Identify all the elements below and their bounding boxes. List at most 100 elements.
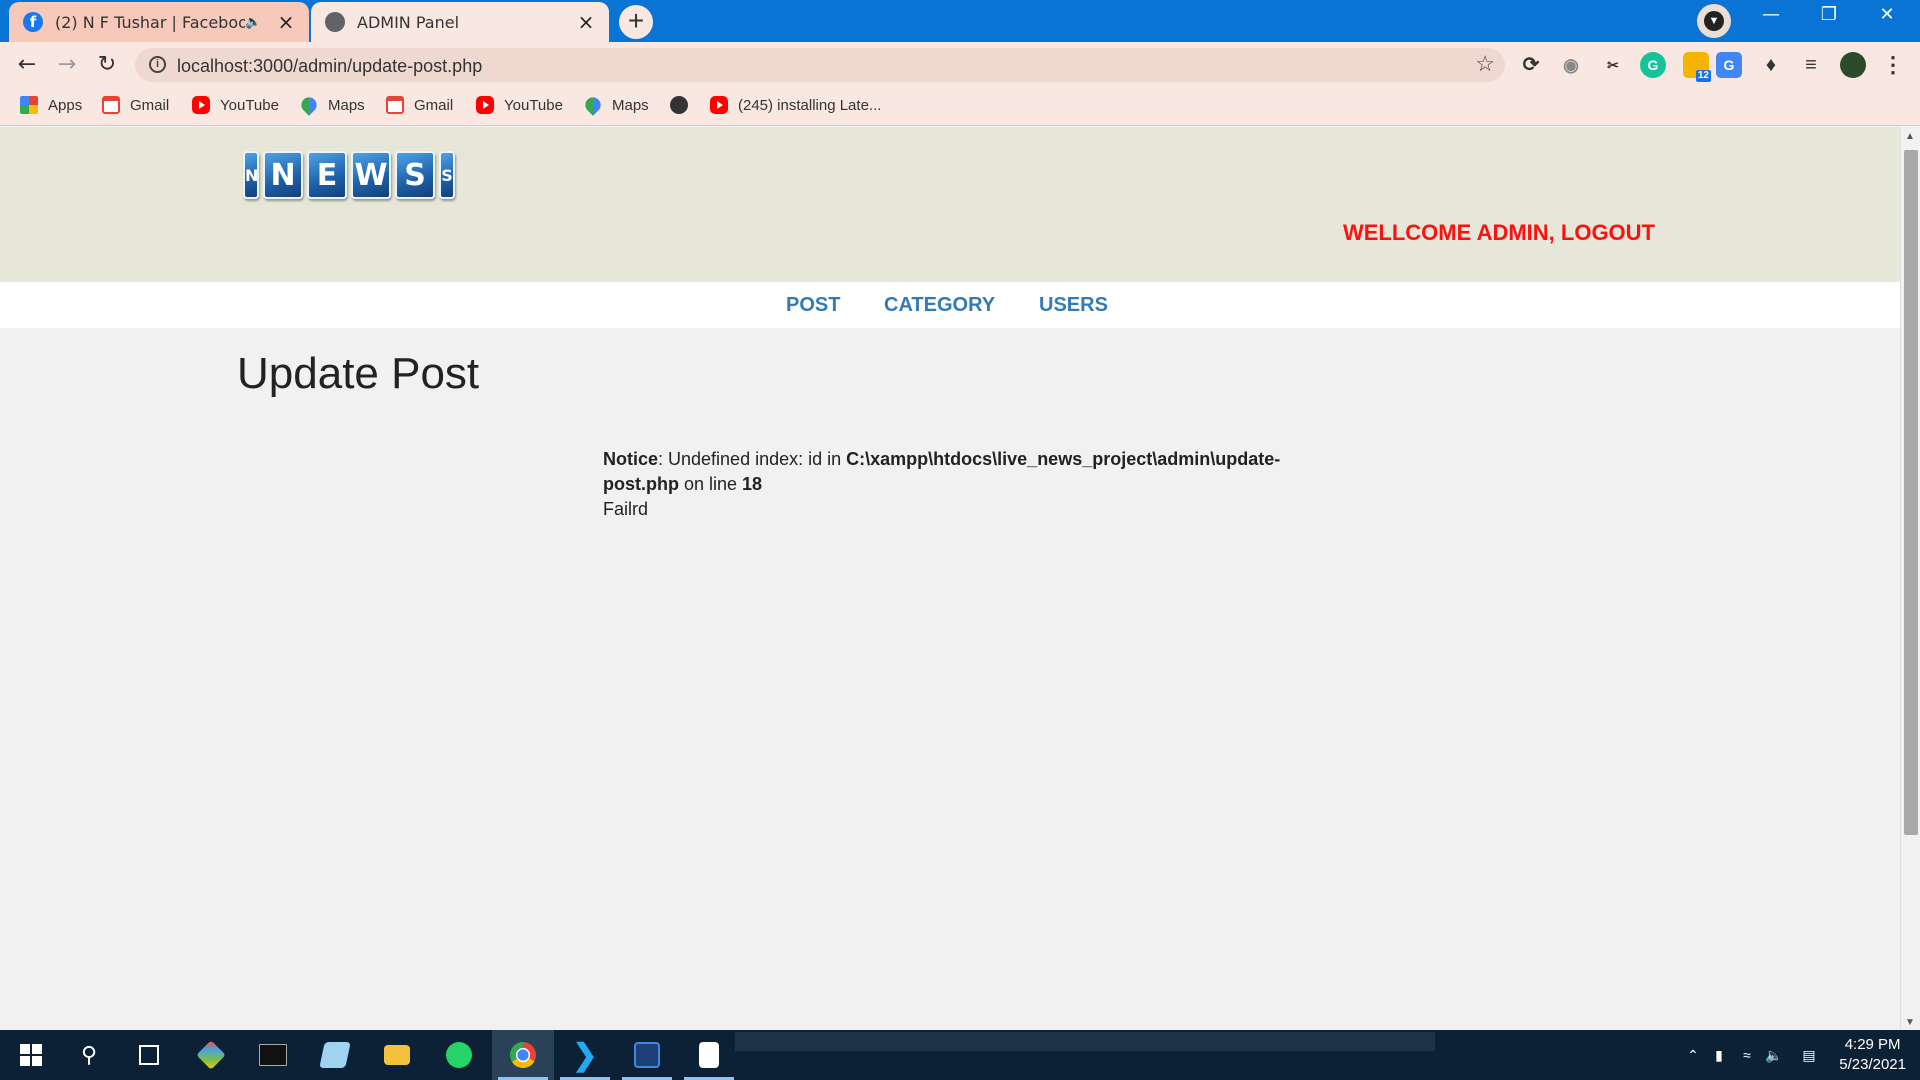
reload-button[interactable]: ↻ xyxy=(92,50,122,80)
git-icon xyxy=(196,1040,226,1070)
bookmark-globe[interactable] xyxy=(670,96,698,114)
volume-icon[interactable]: 🔈 xyxy=(1762,1030,1786,1080)
youtube-icon xyxy=(192,96,210,114)
bookmark-youtube-2[interactable]: YouTube xyxy=(476,96,563,114)
welcome-logout-link[interactable]: WELLCOME ADMIN, LOGOUT xyxy=(1343,220,1655,246)
notice-message: : Undefined index: id in xyxy=(658,449,847,469)
camera-extension-icon[interactable]: ◉ xyxy=(1558,52,1584,78)
globe-icon xyxy=(670,96,688,114)
close-window-button[interactable]: ✕ xyxy=(1858,0,1916,32)
close-tab-icon[interactable]: × xyxy=(277,10,295,34)
facebook-icon: f xyxy=(23,12,43,32)
nav-category[interactable]: CATEGORY xyxy=(884,294,995,317)
maps-icon xyxy=(298,94,320,116)
youtube-icon xyxy=(710,96,728,114)
logo-cube: S xyxy=(439,151,455,199)
gmail-icon xyxy=(102,96,120,114)
forward-button[interactable]: → xyxy=(52,50,82,80)
whatsapp-icon xyxy=(446,1042,472,1068)
puzzle-extensions-icon[interactable]: ♦ xyxy=(1758,52,1784,78)
show-hidden-icons[interactable]: ⌃ xyxy=(1682,1030,1704,1080)
notice-on-line: on line xyxy=(678,474,743,494)
news-logo[interactable]: N N E W S S xyxy=(243,151,455,199)
result-message: Failrd xyxy=(603,499,649,519)
start-button[interactable] xyxy=(0,1030,62,1080)
info-icon[interactable]: i xyxy=(149,56,166,73)
bookmark-youtube-video[interactable]: (245) installing Late... xyxy=(710,96,881,114)
taskbar-vscode[interactable]: ❯ xyxy=(554,1030,616,1080)
bookmark-star-icon[interactable]: ☆ xyxy=(1475,51,1495,77)
bookmark-gmail-2[interactable]: Gmail xyxy=(386,96,453,114)
bookmark-maps-2[interactable]: Maps xyxy=(582,94,649,116)
notifications-icon[interactable]: ▤ xyxy=(1796,1030,1822,1080)
taskbar-app[interactable] xyxy=(616,1030,678,1080)
page-title: Update Post xyxy=(237,349,480,398)
tab-admin-panel[interactable]: ADMIN Panel × xyxy=(311,2,609,42)
sync-extension-icon[interactable]: ⟳ xyxy=(1518,52,1544,78)
badge-extension-icon[interactable]: 12 xyxy=(1683,52,1711,82)
taskbar-chrome[interactable] xyxy=(492,1030,554,1080)
app-icon xyxy=(634,1042,660,1068)
logo-cube: N xyxy=(263,151,303,199)
logo-cube: E xyxy=(307,151,347,199)
browser-toolbar: ← → ↻ i localhost:3000/admin/update-post… xyxy=(0,42,1920,88)
site-nav: POST CATEGORY USERS xyxy=(0,282,1900,328)
tab-title: (2) N F Tushar | Facebook xyxy=(55,12,245,32)
profile-avatar[interactable] xyxy=(1840,52,1866,78)
bookmark-youtube[interactable]: YouTube xyxy=(192,96,279,114)
bookmarks-bar: Apps Gmail YouTube Maps Gmail YouTube Ma… xyxy=(0,88,1920,126)
document-icon xyxy=(699,1042,719,1068)
battery-icon[interactable]: ▮ xyxy=(1706,1030,1732,1080)
youtube-icon xyxy=(476,96,494,114)
task-view-button[interactable] xyxy=(118,1030,180,1080)
speaker-mute-icon[interactable]: 🔈 xyxy=(245,15,267,30)
scroll-up-arrow[interactable]: ▲ xyxy=(1905,131,1915,142)
minimize-button[interactable]: — xyxy=(1742,0,1800,32)
logo-cube: W xyxy=(351,151,391,199)
apps-icon xyxy=(20,96,38,114)
notepad-icon xyxy=(319,1042,351,1068)
reading-list-icon[interactable]: ≡ xyxy=(1798,52,1824,78)
page-scrollbar[interactable]: ▲ ▼ xyxy=(1900,127,1920,1030)
gmail-icon xyxy=(386,96,404,114)
site-header: N N E W S S WELLCOME ADMIN, LOGOUT xyxy=(0,127,1900,282)
restore-button[interactable]: ❐ xyxy=(1800,0,1858,32)
logo-cube: N xyxy=(243,151,259,199)
taskbar-terminal[interactable] xyxy=(242,1030,304,1080)
bookmark-gmail[interactable]: Gmail xyxy=(102,96,169,114)
scroll-down-arrow[interactable]: ▼ xyxy=(1905,1017,1915,1028)
tab-search-button[interactable]: ▼ xyxy=(1697,4,1731,38)
maps-icon xyxy=(582,94,604,116)
tab-facebook[interactable]: f (2) N F Tushar | Facebook 🔈 × xyxy=(9,2,309,42)
cut-extension-icon[interactable]: ✂ xyxy=(1600,52,1626,78)
folder-icon xyxy=(384,1045,410,1065)
taskbar-file-explorer[interactable] xyxy=(366,1030,428,1080)
bookmark-apps[interactable]: Apps xyxy=(20,96,82,114)
nav-users[interactable]: USERS xyxy=(1039,294,1108,317)
bookmark-maps[interactable]: Maps xyxy=(298,94,365,116)
taskbar-git[interactable] xyxy=(180,1030,242,1080)
translate-icon[interactable]: G xyxy=(1716,52,1742,78)
new-tab-button[interactable]: + xyxy=(619,5,653,39)
terminal-icon xyxy=(259,1044,287,1066)
taskbar-whatsapp[interactable] xyxy=(428,1030,490,1080)
taskbar-notepad[interactable] xyxy=(304,1030,366,1080)
back-button[interactable]: ← xyxy=(12,50,42,80)
taskbar-file[interactable] xyxy=(678,1030,740,1080)
scrollbar-thumb[interactable] xyxy=(1904,150,1918,835)
notice-line-number: 18 xyxy=(742,474,763,494)
search-button[interactable]: ⚲ xyxy=(58,1030,120,1080)
notice-label: Notice xyxy=(603,449,659,469)
taskbar-clock[interactable]: 4:29 PM 5/23/2021 xyxy=(1839,1035,1906,1075)
tab-title: ADMIN Panel xyxy=(357,12,460,32)
globe-icon xyxy=(325,12,345,32)
grammarly-icon[interactable]: G xyxy=(1640,52,1666,78)
php-notice: Notice: Undefined index: id in C:\xampp\… xyxy=(603,447,1303,522)
close-tab-icon[interactable]: × xyxy=(577,10,595,34)
nav-post[interactable]: POST xyxy=(786,294,840,317)
kebab-menu-icon[interactable]: ⋮ xyxy=(1880,52,1906,78)
taskbar-bar xyxy=(735,1032,1435,1051)
chevron-down-icon: ▼ xyxy=(1704,11,1724,31)
wifi-icon[interactable]: ≈ xyxy=(1734,1030,1760,1080)
address-bar[interactable]: i localhost:3000/admin/update-post.php ☆ xyxy=(135,48,1505,82)
